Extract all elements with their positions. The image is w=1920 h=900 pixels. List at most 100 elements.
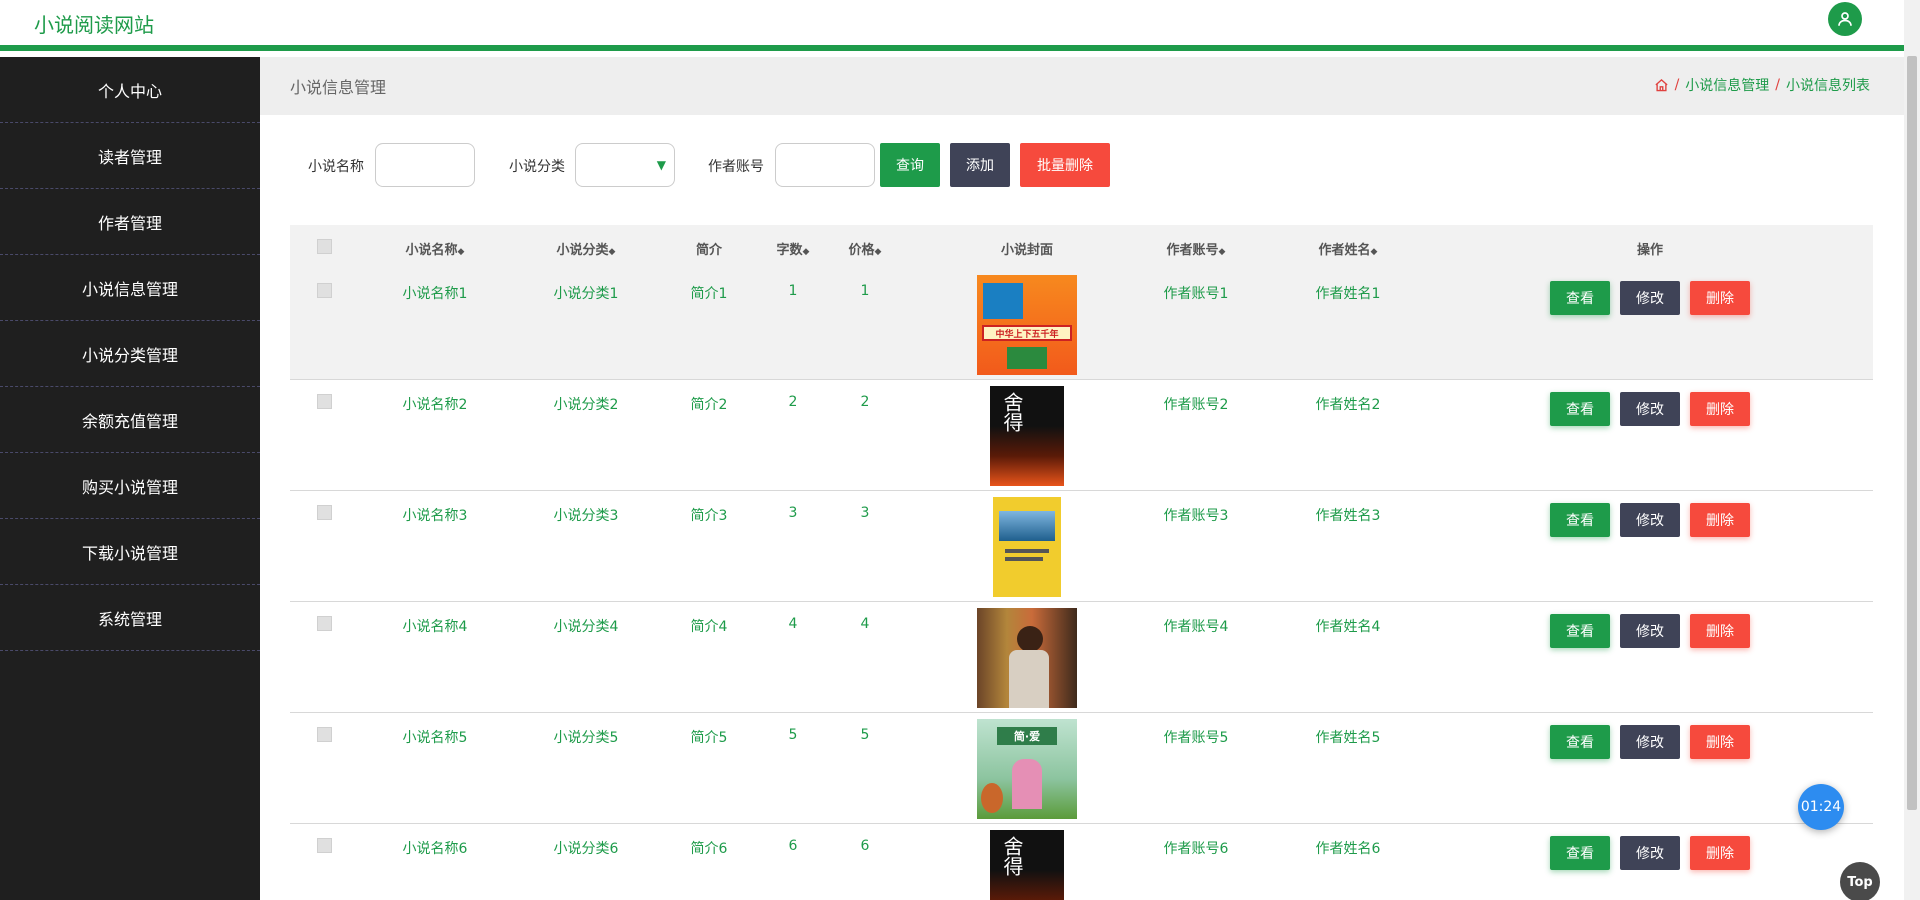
column-header-price[interactable]: 价格◆ [849,239,882,258]
cell-intro: 简介1 [690,286,728,302]
novel-cover-image[interactable]: 简·爱 [977,719,1077,819]
cell-intro: 简介5 [690,730,728,746]
novel-cover-image[interactable] [977,608,1077,708]
row-checkbox[interactable] [317,727,332,742]
cell-words: 6 [788,838,798,854]
cell-name: 小说名称3 [402,508,468,524]
novel-cover-image[interactable]: 舍得 [977,830,1077,900]
sidebar-item-novel-category[interactable]: 小说分类管理 [0,321,260,387]
novel-cover-image[interactable] [977,497,1077,597]
page-scrollbar[interactable] [1904,0,1920,900]
novel-category-select[interactable]: ▼ [575,143,675,187]
edit-button[interactable]: 修改 [1620,392,1680,426]
table-row[interactable]: 小说名称6 小说分类6 简介6 6 6 作者账号6 作者姓名6 舍得 查看 修改 删除 [290,824,1873,900]
cell-price: 3 [860,505,870,521]
view-button[interactable]: 查看 [1550,281,1610,315]
cover-title: 舍得 [1000,836,1024,876]
timer-badge[interactable]: 01:24 [1798,784,1844,830]
batch-delete-button[interactable]: 批量删除 [1020,143,1110,187]
column-header-author-name[interactable]: 作者姓名◆ [1319,239,1378,258]
cell-category: 小说分类5 [553,730,619,746]
cover-title: 简·爱 [997,727,1057,745]
view-button[interactable]: 查看 [1550,836,1610,870]
breadcrumb: / 小说信息管理 / 小说信息列表 [1654,75,1870,95]
sidebar-item-authors[interactable]: 作者管理 [0,189,260,255]
sidebar-item-novel-info[interactable]: 小说信息管理 [0,255,260,321]
edit-button[interactable]: 修改 [1620,503,1680,537]
table-row[interactable]: 小说名称5 小说分类5 简介5 5 5 作者账号5 作者姓名5 简·爱 查看 修改 删除 [290,713,1873,824]
sidebar-item-system[interactable]: 系统管理 [0,585,260,651]
column-header-name[interactable]: 小说名称◆ [406,239,465,258]
back-to-top-button[interactable]: Top [1840,862,1880,900]
cell-name: 小说名称6 [402,841,468,857]
author-account-label: 作者账号 [708,159,764,175]
column-header-words[interactable]: 字数◆ [777,239,810,258]
novel-cover-image[interactable]: 舍得 [977,386,1077,486]
delete-button[interactable]: 删除 [1690,725,1750,759]
scroll-thumb[interactable] [1907,56,1917,810]
cell-author-account: 作者账号1 [1163,286,1229,302]
table-header: 小说名称◆ 小说分类◆ 简介 字数◆ 价格◆ 小说封面 作者账号◆ 作者姓名◆ … [290,225,1873,269]
table-row[interactable]: 小说名称2 小说分类2 简介2 2 2 作者账号2 作者姓名2 舍得 查看 修改 删除 [290,380,1873,491]
view-button[interactable]: 查看 [1550,503,1610,537]
column-header-author-account[interactable]: 作者账号◆ [1167,239,1226,258]
site-title[interactable]: 小说阅读网站 [34,9,154,38]
row-checkbox[interactable] [317,838,332,853]
column-header-cover: 小说封面 [1000,243,1054,258]
delete-button[interactable]: 删除 [1690,281,1750,315]
column-header-category[interactable]: 小说分类◆ [557,239,616,258]
edit-button[interactable]: 修改 [1620,725,1680,759]
delete-button[interactable]: 删除 [1690,836,1750,870]
table-row[interactable]: 小说名称4 小说分类4 简介4 4 4 作者账号4 作者姓名4 查看 修改 删除 [290,602,1873,713]
cell-intro: 简介4 [690,619,728,635]
novel-name-input[interactable] [375,143,475,187]
column-header-operations: 操作 [1636,243,1664,258]
sort-icon: ◆ [1370,247,1378,257]
row-checkbox[interactable] [317,394,332,409]
novel-cover-image[interactable]: 中华上下五千年 [977,275,1077,375]
delete-button[interactable]: 删除 [1690,392,1750,426]
view-button[interactable]: 查看 [1550,725,1610,759]
sidebar-item-recharge[interactable]: 余额充值管理 [0,387,260,453]
row-checkbox[interactable] [317,505,332,520]
view-button[interactable]: 查看 [1550,614,1610,648]
delete-button[interactable]: 删除 [1690,503,1750,537]
cell-intro: 简介6 [690,841,728,857]
author-account-input[interactable] [775,143,875,187]
row-checkbox[interactable] [317,283,332,298]
cell-words: 4 [788,616,798,632]
query-button[interactable]: 查询 [880,143,940,187]
delete-button[interactable]: 删除 [1690,614,1750,648]
row-checkbox[interactable] [317,616,332,631]
table-row[interactable]: 小说名称1 小说分类1 简介1 1 1 作者账号1 作者姓名1 中华上下五千年 查看 修改 删除 [290,269,1873,380]
sidebar-item-readers[interactable]: 读者管理 [0,123,260,189]
breadcrumb-item-novel-info[interactable]: 小说信息管理 [1685,75,1769,95]
breadcrumb-item-novel-list: 小说信息列表 [1786,78,1870,94]
select-all-checkbox[interactable] [317,239,332,254]
cell-author-account: 作者账号5 [1163,730,1229,746]
user-avatar-icon[interactable] [1828,2,1862,36]
cell-author-account: 作者账号2 [1163,397,1229,413]
main-content: 小说信息管理 / 小说信息管理 / 小说信息列表 小说名称 小说分类 ▼ 作者账… [260,57,1904,900]
cell-name: 小说名称5 [402,730,468,746]
add-button[interactable]: 添加 [950,143,1010,187]
sidebar-item-download[interactable]: 下载小说管理 [0,519,260,585]
cell-category: 小说分类6 [553,841,619,857]
edit-button[interactable]: 修改 [1620,281,1680,315]
cell-author-account: 作者账号3 [1163,508,1229,524]
search-form: 小说名称 小说分类 ▼ 作者账号 查询 添加 批量删除 [260,143,1904,187]
page-header-bar: 小说信息管理 / 小说信息管理 / 小说信息列表 [260,57,1904,115]
view-button[interactable]: 查看 [1550,392,1610,426]
home-icon[interactable] [1654,78,1669,93]
sort-icon: ◆ [874,247,882,257]
novel-table: 小说名称◆ 小说分类◆ 简介 字数◆ 价格◆ 小说封面 作者账号◆ 作者姓名◆ … [290,225,1873,900]
cell-intro: 简介2 [690,397,728,413]
cell-name: 小说名称4 [402,619,468,635]
sidebar-item-personal-center[interactable]: 个人中心 [0,57,260,123]
sidebar-item-purchase[interactable]: 购买小说管理 [0,453,260,519]
breadcrumb-separator: / [1775,77,1780,93]
edit-button[interactable]: 修改 [1620,614,1680,648]
table-row[interactable]: 小说名称3 小说分类3 简介3 3 3 作者账号3 作者姓名3 查看 修改 删除 [290,491,1873,602]
edit-button[interactable]: 修改 [1620,836,1680,870]
cell-price: 6 [860,838,870,854]
